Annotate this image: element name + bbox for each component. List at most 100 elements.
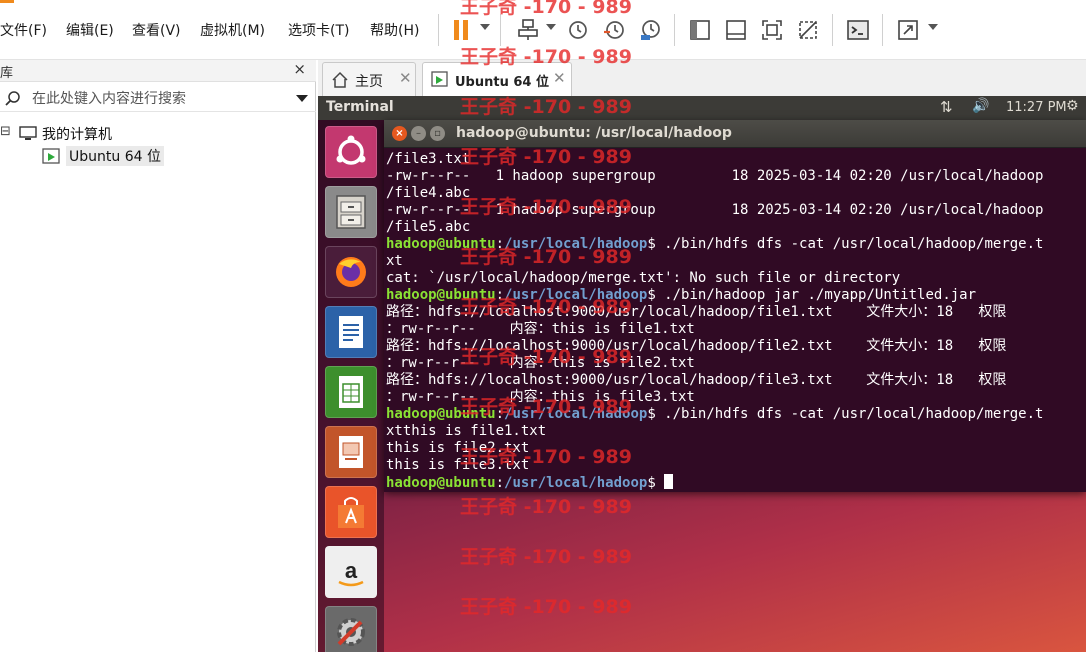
send-keys-button[interactable] bbox=[514, 16, 542, 44]
toolbar-separator bbox=[438, 14, 439, 46]
tree-node-my-computer[interactable]: 我的计算机 bbox=[42, 124, 112, 144]
launcher-firefox[interactable] bbox=[325, 246, 377, 298]
line-text: this is file2.txt bbox=[386, 440, 530, 456]
thumbnail-layout-icon bbox=[726, 20, 746, 40]
search-dropdown-icon[interactable] bbox=[296, 95, 308, 102]
console-view-button[interactable] bbox=[844, 16, 872, 44]
terminal-cursor bbox=[664, 474, 674, 489]
terminal-output-line: -rw-r--r-- 1 hadoop supergroup 18 2025-0… bbox=[386, 168, 1086, 185]
prompt-end: $ bbox=[647, 287, 665, 303]
panel-clock[interactable]: 11:27 PM bbox=[1006, 100, 1067, 115]
pause-icon bbox=[454, 20, 468, 40]
home-icon bbox=[332, 71, 348, 88]
menu-tabs[interactable]: 选项卡(T) bbox=[288, 20, 349, 40]
line-text: xtthis is file1.txt bbox=[386, 423, 547, 439]
tab-ubuntu-close-icon[interactable]: ✕ bbox=[553, 69, 566, 87]
pause-button[interactable] bbox=[448, 16, 476, 44]
tab-home-close-icon[interactable]: ✕ bbox=[399, 69, 412, 87]
terminal-output-line: this is file2.txt bbox=[386, 440, 1086, 457]
line-text: /file3.txt bbox=[386, 151, 471, 167]
search-icon bbox=[5, 91, 20, 106]
terminal-command-line: hadoop@ubuntu:/usr/local/hadoop$ ./bin/h… bbox=[386, 236, 1086, 253]
line-text: -rw-r--r-- 1 hadoop supergroup 18 2025-0… bbox=[386, 168, 1044, 184]
impress-icon bbox=[339, 436, 363, 468]
fullscreen-button[interactable] bbox=[758, 16, 786, 44]
terminal-titlebar[interactable]: × – ▫ hadoop@ubuntu: /usr/local/hadoop bbox=[384, 120, 1086, 148]
line-text: /file5.abc bbox=[386, 219, 471, 235]
volume-icon[interactable]: 🔊 bbox=[972, 98, 989, 114]
terminal-output-line: /file5.abc bbox=[386, 219, 1086, 236]
launcher-amazon[interactable]: a bbox=[325, 546, 377, 598]
stretch-view-button[interactable] bbox=[894, 16, 922, 44]
tab-home[interactable]: 主页 ✕ bbox=[322, 62, 416, 96]
line-text: this is file3.txt bbox=[386, 457, 530, 473]
launcher-software-center[interactable] bbox=[325, 486, 377, 538]
guest-screen[interactable]: Terminal ⇅ 🔊 11:27 PM ⚙ a × – ▫ hadoop@u… bbox=[318, 96, 1086, 652]
menu-vm[interactable]: 虚拟机(M) bbox=[200, 20, 265, 40]
terminal-window[interactable]: × – ▫ hadoop@ubuntu: /usr/local/hadoop /… bbox=[384, 120, 1086, 492]
launcher-ubuntu-dash[interactable] bbox=[325, 126, 377, 178]
network-icon[interactable]: ⇅ bbox=[940, 98, 953, 116]
terminal-output-line: cat: `/usr/local/hadoop/merge.txt': No s… bbox=[386, 270, 1086, 287]
toolbar-separator bbox=[500, 14, 501, 46]
ubuntu-logo-icon bbox=[336, 135, 366, 165]
ubuntu-top-panel: Terminal ⇅ 🔊 11:27 PM ⚙ bbox=[318, 96, 1086, 120]
menu-bar: 文件(F) 编辑(E) 查看(V) 虚拟机(M) 选项卡(T) 帮助(H) bbox=[0, 0, 1086, 60]
terminal-output-line: 路径：hdfs://localhost:9000/usr/local/hadoo… bbox=[386, 372, 1086, 389]
menu-edit[interactable]: 编辑(E) bbox=[66, 20, 114, 40]
tree-node-ubuntu-vm[interactable]: Ubuntu 64 位 bbox=[66, 146, 164, 166]
menu-view[interactable]: 查看(V) bbox=[132, 20, 181, 40]
thumbnail-bar-button[interactable] bbox=[722, 16, 750, 44]
terminal-output[interactable]: /file3.txt -rw-r--r-- 1 hadoop supergroup… bbox=[384, 149, 1086, 492]
system-settings-icon bbox=[337, 618, 365, 646]
prompt-user: hadoop@ubuntu bbox=[386, 287, 496, 303]
launcher-impress[interactable] bbox=[325, 426, 377, 478]
line-text: 路径：hdfs://localhost:9000/usr/local/hadoo… bbox=[386, 304, 1007, 320]
menu-help[interactable]: 帮助(H) bbox=[370, 20, 419, 40]
launcher-writer[interactable] bbox=[325, 306, 377, 358]
send-keys-dropdown-icon[interactable] bbox=[546, 24, 556, 30]
revert-snapshot-button[interactable] bbox=[600, 16, 628, 44]
maximize-window-button[interactable]: ▫ bbox=[430, 126, 445, 141]
prompt-end: $ bbox=[647, 236, 665, 252]
terminal-output-line: ：rw-r--r-- 内容：this is file3.txt bbox=[386, 389, 1086, 406]
amazon-icon: a bbox=[338, 558, 364, 587]
line-text: ./bin/hadoop jar ./myapp/Untitled.jar bbox=[664, 287, 977, 303]
terminal-command-line: hadoop@ubuntu:/usr/local/hadoop$ bbox=[386, 474, 1086, 491]
snapshot-button[interactable] bbox=[564, 16, 592, 44]
library-search-input[interactable] bbox=[30, 88, 280, 110]
line-text: 路径：hdfs://localhost:9000/usr/local/hadoo… bbox=[386, 338, 1007, 354]
terminal-output-line: this is file3.txt bbox=[386, 457, 1086, 474]
prompt-user: hadoop@ubuntu bbox=[386, 475, 496, 491]
launcher-files[interactable] bbox=[325, 186, 377, 238]
terminal-output-line: ：rw-r--r-- 内容：this is file2.txt bbox=[386, 355, 1086, 372]
tab-ubuntu[interactable]: Ubuntu 64 位 ✕ bbox=[422, 62, 572, 96]
writer-icon bbox=[339, 316, 363, 348]
launcher-system-settings[interactable] bbox=[325, 606, 377, 652]
unity-mode-button[interactable] bbox=[794, 16, 822, 44]
clock-snapshot-icon bbox=[569, 21, 587, 39]
panel-app-name: Terminal bbox=[326, 99, 394, 115]
tab-ubuntu-label: Ubuntu 64 位 bbox=[455, 75, 549, 90]
vm-running-icon bbox=[42, 148, 60, 164]
prompt-user: hadoop@ubuntu bbox=[386, 406, 496, 422]
close-window-button[interactable]: × bbox=[392, 126, 407, 141]
library-search bbox=[0, 86, 316, 112]
pause-dropdown-icon[interactable] bbox=[480, 24, 490, 30]
menu-file[interactable]: 文件(F) bbox=[0, 20, 47, 40]
snapshot-manager-button[interactable] bbox=[636, 16, 664, 44]
prompt-path: /usr/local/hadoop bbox=[504, 475, 648, 491]
prompt-separator: : bbox=[495, 287, 505, 303]
library-close-button[interactable]: × bbox=[293, 60, 306, 78]
tree-collapse-toggle[interactable]: ⊟ bbox=[0, 124, 11, 139]
line-text: /file4.abc bbox=[386, 185, 471, 201]
minimize-window-button[interactable]: – bbox=[411, 126, 426, 141]
stretch-dropdown-icon[interactable] bbox=[928, 24, 938, 30]
unity-icon bbox=[799, 21, 817, 39]
computer-icon bbox=[19, 126, 37, 140]
terminal-output-line: /file4.abc bbox=[386, 185, 1086, 202]
launcher-calc[interactable] bbox=[325, 366, 377, 418]
svg-text:a: a bbox=[345, 558, 358, 583]
show-library-button[interactable] bbox=[686, 16, 714, 44]
settings-icon[interactable]: ⚙ bbox=[1066, 98, 1079, 114]
